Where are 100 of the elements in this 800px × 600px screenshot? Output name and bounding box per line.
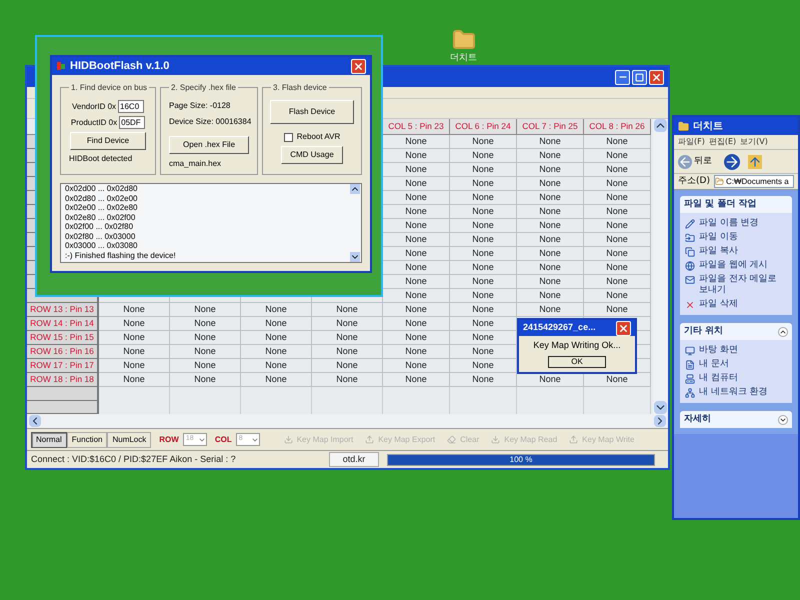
panel-title[interactable]: 자세히 (684, 412, 711, 426)
vertical-scrollbar[interactable] (653, 119, 668, 414)
table-cell-text: None (539, 205, 561, 218)
select-label: COL (214, 434, 232, 446)
scroll-down-icon[interactable] (350, 252, 360, 262)
task-link[interactable]: 파일 복사 (699, 246, 738, 257)
forward-icon[interactable] (724, 154, 740, 170)
ok-button[interactable]: OK (548, 356, 606, 368)
table-cell-text: None (472, 359, 494, 372)
scroll-right-icon[interactable] (654, 415, 666, 427)
table-cell-text: None (336, 345, 358, 358)
row-header: ROW 13 : Pin 13 (27, 303, 99, 318)
table-cell-text: None (472, 233, 494, 246)
collapse-icon[interactable] (778, 326, 788, 336)
column-header: COL 7 : Pin 25 (517, 119, 584, 136)
mode-tab[interactable]: NumLock (107, 432, 152, 448)
maximize-button[interactable] (632, 70, 647, 84)
table-cell-text: None (539, 219, 561, 232)
menu-item[interactable]: 편집(E) (708, 136, 736, 148)
task-link[interactable]: 내 네트워크 환경 (699, 387, 768, 398)
dialog-message: Key Map Writing Ok... (532, 339, 622, 352)
page-size: Page Size: -0128 (169, 100, 232, 112)
table-cell-text: None (539, 163, 561, 176)
table-cell-text: None (405, 317, 427, 330)
dialog-title: 2415429267_ce... (523, 321, 596, 334)
task-link[interactable]: 파일 이동 (699, 232, 738, 243)
table-cell-text: None (472, 261, 494, 274)
table-cell-text: None (405, 373, 427, 386)
close-button[interactable] (649, 70, 664, 84)
table-cell-text: None (194, 331, 216, 344)
menu-item[interactable]: 파일(F) (678, 136, 705, 148)
desktop-icon-label[interactable]: 더치트 (450, 52, 477, 66)
table-cell-text: None (472, 219, 494, 232)
table-cell-text: None (405, 177, 427, 190)
column-header: COL 8 : Pin 26 (584, 119, 651, 136)
open-hex-button[interactable]: Open .hex File (169, 136, 249, 154)
horizontal-scrollbar[interactable] (27, 414, 668, 428)
back-icon (678, 154, 692, 168)
close-button[interactable] (616, 320, 631, 336)
table-cell-text: None (606, 289, 628, 302)
row-header: ROW 18 : Pin 18 (27, 373, 99, 388)
table-cell-text: None (472, 177, 494, 190)
close-button[interactable] (351, 58, 366, 74)
table-cell-text: None (405, 289, 427, 302)
table-cell-text: None (194, 373, 216, 386)
log-line: 0x02d80 ... 0x02e00 (65, 194, 139, 203)
table-cell-text: None (539, 177, 561, 190)
table-cell-text: None (606, 233, 628, 246)
table-cell-text: None (194, 317, 216, 330)
expand-icon[interactable] (778, 414, 788, 424)
table-cell-text: None (539, 275, 561, 288)
table-cell-text: None (405, 135, 427, 148)
scroll-left-icon[interactable] (29, 415, 41, 427)
task-link[interactable]: 내 컴퓨터 (699, 373, 738, 384)
table-cell-text: None (606, 303, 628, 316)
table-cell-text: None (472, 373, 494, 386)
task-link[interactable]: 파일 삭제 (699, 299, 738, 310)
table-cell-text: None (472, 345, 494, 358)
find-device-button[interactable]: Find Device (70, 132, 146, 150)
task-link[interactable]: 파일을 전자 메일로 보내기 (699, 274, 787, 296)
table-cell-text: None (336, 303, 358, 316)
folder-icon (678, 120, 689, 132)
scroll-down-icon[interactable] (654, 401, 667, 414)
menu-item[interactable]: 보기(V) (740, 136, 768, 148)
row-header: ROW 17 : Pin 17 (27, 359, 99, 374)
table-cell-text: None (472, 191, 494, 204)
table-cell-text: None (606, 191, 628, 204)
table-cell-text: None (606, 373, 628, 386)
flash-device-button[interactable]: Flash Device (270, 100, 354, 124)
scroll-up-icon[interactable] (350, 184, 360, 194)
table-cell-text: None (405, 303, 427, 316)
mode-tab[interactable]: Normal (31, 432, 67, 448)
mode-tab[interactable]: Function (66, 432, 108, 448)
log-scrollbar[interactable] (349, 184, 361, 262)
table-cell-text: None (405, 345, 427, 358)
task-link[interactable]: 내 문서 (699, 359, 729, 370)
table-cell-text: None (472, 149, 494, 162)
field-label: VendorID 0x (72, 100, 116, 112)
task-link[interactable]: 파일을 웹에 게시 (699, 260, 768, 271)
task-icon (685, 247, 695, 257)
table-cell-text: None (336, 359, 358, 372)
minimize-button[interactable] (615, 70, 630, 84)
app-icon (56, 61, 66, 71)
reboot-checkbox[interactable] (284, 132, 293, 142)
product-id-field[interactable]: 05DF (119, 116, 146, 129)
table-cell-text: None (606, 163, 628, 176)
address-label: 주소(D) (678, 174, 710, 188)
table-cell-text: None (472, 135, 494, 148)
back-button[interactable]: 뒤로 (678, 154, 712, 168)
task-link[interactable]: 바탕 화면 (699, 345, 738, 356)
cmd-usage-button[interactable]: CMD Usage (281, 146, 343, 164)
vendor-id-field[interactable]: 16C0 (118, 100, 144, 113)
action-icon (569, 435, 578, 444)
up-folder-icon[interactable] (748, 154, 762, 168)
window-title: HIDBootFlash v.1.0 (70, 58, 170, 74)
table-cell-text: None (123, 331, 145, 344)
scroll-up-icon[interactable] (654, 119, 667, 132)
address-field[interactable]: C:₩Documents a (714, 175, 794, 188)
task-link[interactable]: 파일 이름 변경 (699, 218, 759, 229)
table-cell-text: None (405, 247, 427, 260)
